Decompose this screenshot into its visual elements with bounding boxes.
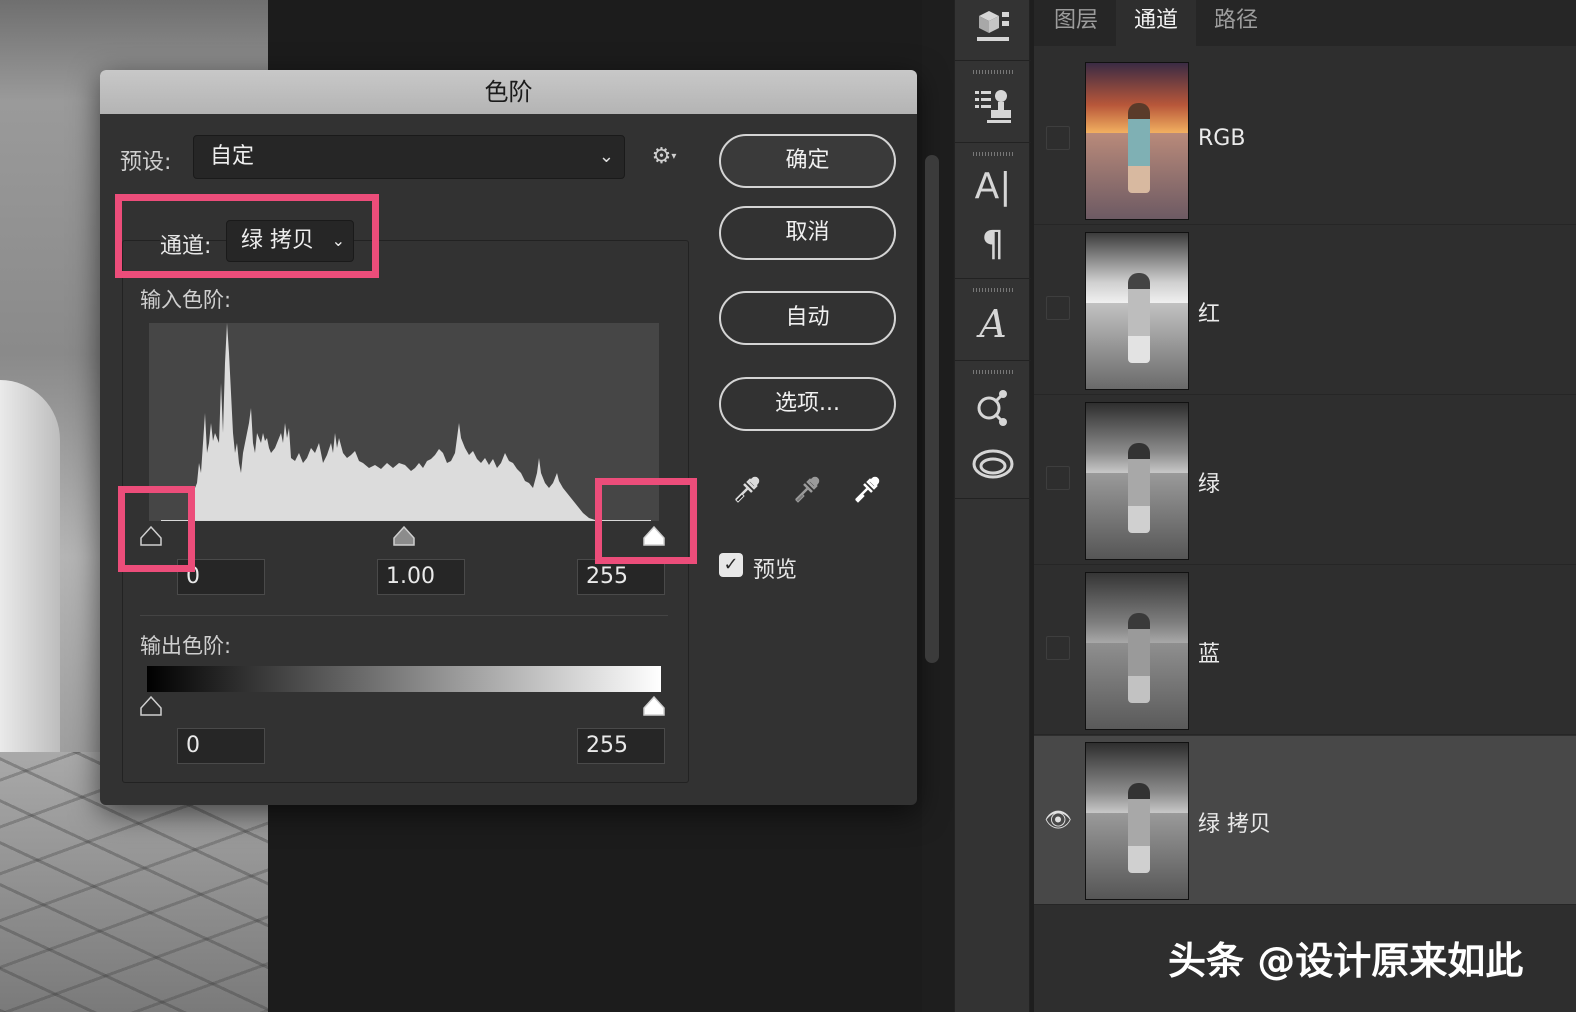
white-eyedropper-icon[interactable]: [850, 470, 886, 506]
canvas-scrollbar[interactable]: [922, 150, 942, 670]
channel-highlight-box: [115, 194, 379, 278]
channels-panel: 图层 通道 路径 RGB 红 绿 蓝 👁 绿 拷贝: [1034, 0, 1576, 1012]
channel-name: RGB: [1198, 126, 1246, 151]
output-black-field[interactable]: 0: [177, 728, 265, 764]
tab-layers[interactable]: 图层: [1036, 0, 1116, 46]
channel-name: 绿 拷贝: [1198, 812, 1271, 837]
gear-icon: ⚙: [651, 144, 672, 169]
black-point-highlight-box: [118, 486, 195, 572]
visibility-toggle[interactable]: [1046, 296, 1070, 320]
input-gamma-handle[interactable]: [393, 526, 415, 546]
section-divider: [140, 615, 668, 616]
input-gamma-field[interactable]: 1.00: [377, 559, 465, 595]
strip-separator: [955, 498, 1031, 499]
dialog-title: 色阶: [100, 70, 917, 114]
strip-grip[interactable]: [973, 370, 1013, 374]
channel-thumbnail: [1085, 742, 1189, 900]
input-slider-track: [161, 520, 651, 521]
paragraph-icon[interactable]: ¶: [955, 224, 1031, 265]
properties-icon[interactable]: [955, 86, 1031, 133]
channel-row-red[interactable]: 红: [1034, 226, 1576, 395]
channel-thumbnail: [1085, 62, 1189, 220]
options-button[interactable]: 选项...: [719, 377, 896, 431]
channel-row-green-copy[interactable]: 👁 绿 拷贝: [1034, 736, 1576, 905]
creative-cloud-icon[interactable]: [955, 446, 1031, 491]
preset-select[interactable]: 自定 ⌄: [193, 135, 625, 179]
visibility-toggle[interactable]: [1046, 466, 1070, 490]
strip-grip[interactable]: [973, 70, 1013, 74]
histogram: [149, 323, 659, 521]
strip-grip[interactable]: [973, 288, 1013, 292]
strip-separator: [955, 142, 1031, 143]
strip-separator: [955, 360, 1031, 361]
preset-options-button[interactable]: ⚙▾: [646, 142, 682, 172]
histogram-graph: [149, 323, 659, 521]
strip-separator: [955, 60, 1031, 61]
panel-icon-strip: A| ¶ A: [954, 0, 1031, 1012]
preview-checkbox[interactable]: ✓: [719, 553, 743, 577]
tab-channels[interactable]: 通道: [1116, 0, 1196, 46]
channel-row-blue[interactable]: 蓝: [1034, 566, 1576, 735]
channel-name: 蓝: [1198, 642, 1221, 667]
input-levels-label: 输入色阶:: [140, 288, 232, 312]
preset-label: 预设:: [120, 150, 172, 175]
visibility-toggle[interactable]: [1046, 636, 1070, 660]
channel-name: 红: [1198, 302, 1221, 327]
output-black-handle[interactable]: [140, 696, 162, 716]
libraries-icon[interactable]: [955, 386, 1031, 439]
auto-button[interactable]: 自动: [719, 291, 896, 345]
visibility-toggle[interactable]: [1046, 126, 1070, 150]
gray-eyedropper-icon[interactable]: [790, 470, 826, 506]
ok-button[interactable]: 确定: [719, 134, 896, 188]
preview-label: 预览: [753, 558, 798, 583]
channel-thumbnail: [1085, 232, 1189, 390]
output-levels-label: 输出色阶:: [140, 634, 232, 658]
chevron-down-icon: ⌄: [598, 146, 614, 167]
strip-grip[interactable]: [973, 152, 1013, 156]
output-gradient-bar: [147, 666, 661, 692]
channel-row-rgb[interactable]: RGB: [1034, 56, 1576, 225]
black-eyedropper-icon[interactable]: [730, 470, 766, 506]
input-white-field[interactable]: 255: [577, 559, 665, 595]
output-white-handle[interactable]: [643, 696, 665, 716]
glyphs-icon[interactable]: A: [955, 302, 1031, 346]
canvas-figure: [0, 380, 60, 800]
scroll-thumb[interactable]: [925, 155, 939, 663]
channel-thumbnail: [1085, 402, 1189, 560]
3d-cube-icon[interactable]: [955, 6, 1031, 53]
channel-name: 绿: [1198, 472, 1221, 497]
cancel-button[interactable]: 取消: [719, 206, 896, 260]
panel-tab-bar: 图层 通道 路径: [1034, 0, 1576, 46]
watermark: 头条 @设计原来如此: [1168, 939, 1524, 983]
channel-thumbnail: [1085, 572, 1189, 730]
tab-paths[interactable]: 路径: [1196, 0, 1276, 46]
chevron-down-icon: ▾: [671, 151, 677, 162]
preset-value: 自定: [210, 144, 255, 169]
output-white-field[interactable]: 255: [577, 728, 665, 764]
eye-icon[interactable]: 👁: [1044, 808, 1072, 833]
strip-separator: [955, 278, 1031, 279]
character-icon[interactable]: A|: [955, 166, 1031, 207]
levels-dialog: 色阶 预设: 自定 ⌄ ⚙▾ 通道: 绿 拷贝 ⌄ 输入色阶: 0 1.00 2…: [100, 70, 917, 805]
channel-row-green[interactable]: 绿: [1034, 396, 1576, 565]
white-point-highlight-box: [595, 478, 697, 564]
